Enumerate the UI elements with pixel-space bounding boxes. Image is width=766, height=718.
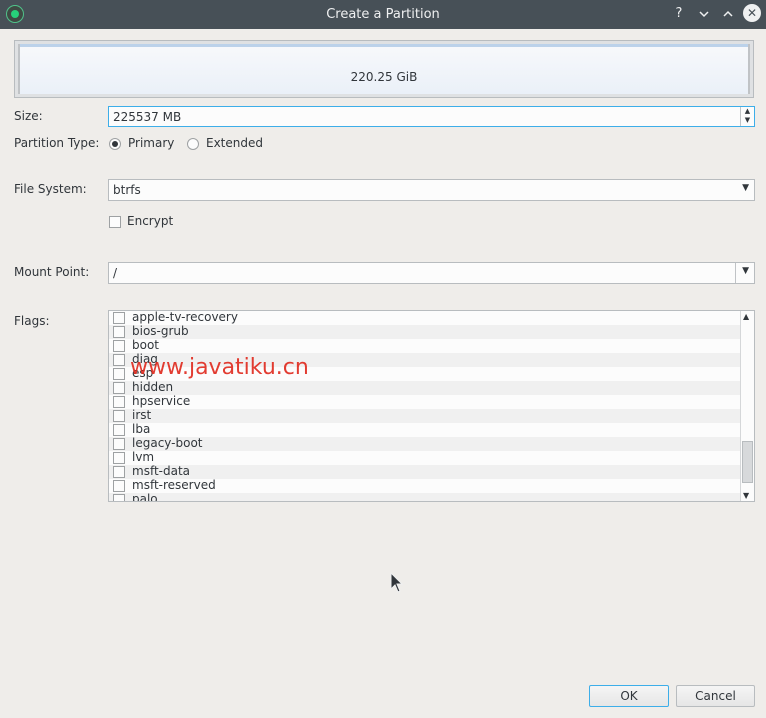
flag-item[interactable]: irst — [109, 408, 754, 423]
flag-checkbox[interactable] — [113, 452, 125, 464]
partition-segment[interactable]: 220.25 GiB — [18, 44, 750, 94]
flag-checkbox[interactable] — [113, 466, 125, 478]
flag-checkbox[interactable] — [113, 396, 125, 408]
flag-checkbox[interactable] — [113, 494, 125, 501]
scroll-thumb[interactable] — [742, 441, 753, 483]
window-title: Create a Partition — [326, 7, 440, 22]
encrypt-label[interactable]: Encrypt — [127, 214, 173, 228]
flag-checkbox[interactable] — [113, 354, 125, 366]
flag-item[interactable]: hidden — [109, 380, 754, 395]
extended-radio-label[interactable]: Extended — [206, 136, 263, 150]
file-system-select[interactable]: btrfs ▼ — [108, 179, 755, 201]
chevron-down-icon: ▼ — [742, 183, 749, 193]
flag-label: msft-data — [132, 464, 191, 478]
size-value[interactable]: 225537 MB — [113, 110, 181, 124]
flag-checkbox[interactable] — [113, 382, 125, 394]
encrypt-checkbox[interactable] — [109, 216, 121, 228]
flag-label: lvm — [132, 450, 155, 464]
watermark: www.javatiku.cn — [130, 355, 309, 380]
spin-buttons[interactable]: ▲ ▼ — [740, 107, 754, 126]
flags-scrollbar[interactable]: ▲ ▼ — [740, 311, 754, 501]
ok-button[interactable]: OK — [589, 685, 669, 707]
cancel-button[interactable]: Cancel — [676, 685, 755, 707]
flag-item[interactable]: hpservice — [109, 394, 754, 409]
primary-radio[interactable] — [109, 138, 121, 150]
spin-down-icon[interactable]: ▼ — [741, 116, 754, 125]
flag-item[interactable]: boot — [109, 338, 754, 353]
flag-item[interactable]: bios-grub — [109, 324, 754, 339]
chevron-up-icon — [723, 10, 733, 17]
flag-checkbox[interactable] — [113, 326, 125, 338]
close-button[interactable]: ✕ — [743, 4, 761, 22]
flags-rows: apple-tv-recovery bios-grub boot diag esp hid… — [109, 311, 754, 502]
flag-label: msft-reserved — [132, 478, 216, 492]
flag-item[interactable]: legacy-boot — [109, 436, 754, 451]
maximize-button[interactable] — [718, 4, 738, 24]
scroll-down-icon[interactable]: ▼ — [743, 491, 749, 500]
flag-label: legacy-boot — [132, 436, 203, 450]
flag-label: hpservice — [132, 394, 191, 408]
primary-radio-label[interactable]: Primary — [128, 136, 174, 150]
chevron-down-icon — [699, 11, 709, 18]
flag-label: hidden — [132, 380, 174, 394]
flag-checkbox[interactable] — [113, 438, 125, 450]
partition-type-label: Partition Type: — [14, 136, 100, 150]
flag-checkbox[interactable] — [113, 480, 125, 492]
file-system-value: btrfs — [113, 183, 141, 197]
title-bar: Create a Partition ? ✕ — [0, 0, 766, 29]
flag-checkbox[interactable] — [113, 410, 125, 422]
flag-label: lba — [132, 422, 151, 436]
flag-checkbox[interactable] — [113, 368, 125, 380]
mount-point-label: Mount Point: — [14, 265, 90, 279]
extended-radio[interactable] — [187, 138, 199, 150]
flag-label: boot — [132, 338, 160, 352]
minimize-button[interactable] — [694, 4, 714, 24]
flag-checkbox[interactable] — [113, 424, 125, 436]
spin-up-icon[interactable]: ▲ — [741, 107, 754, 116]
mouse-pointer-icon — [390, 572, 404, 593]
flag-checkbox[interactable] — [113, 340, 125, 352]
flag-item[interactable]: palo — [109, 492, 754, 502]
flag-item[interactable]: apple-tv-recovery — [109, 311, 754, 325]
flag-label: bios-grub — [132, 324, 189, 338]
partition-size-label: 220.25 GiB — [350, 70, 418, 84]
flag-label: irst — [132, 408, 152, 422]
flag-label: palo — [132, 492, 158, 502]
chevron-down-icon[interactable]: ▼ — [742, 266, 749, 276]
flag-label: apple-tv-recovery — [132, 310, 238, 324]
size-spinbox[interactable]: 225537 MB ▲ ▼ — [108, 106, 755, 127]
flags-list[interactable]: apple-tv-recovery bios-grub boot diag esp hid… — [108, 310, 755, 502]
close-icon: ✕ — [746, 6, 758, 20]
size-label: Size: — [14, 109, 43, 123]
partition-bar[interactable]: 220.25 GiB — [14, 40, 754, 98]
flags-label: Flags: — [14, 314, 50, 328]
flag-item[interactable]: msft-data — [109, 464, 754, 479]
scroll-up-icon[interactable]: ▲ — [743, 312, 749, 321]
file-system-label: File System: — [14, 182, 87, 196]
help-button[interactable]: ? — [669, 4, 689, 24]
flag-item[interactable]: lba — [109, 422, 754, 437]
flag-item[interactable]: msft-reserved — [109, 478, 754, 493]
flag-item[interactable]: lvm — [109, 450, 754, 465]
mount-point-combo[interactable]: / ▼ — [108, 262, 755, 284]
mount-point-value[interactable]: / — [113, 266, 117, 280]
flag-checkbox[interactable] — [113, 312, 125, 324]
